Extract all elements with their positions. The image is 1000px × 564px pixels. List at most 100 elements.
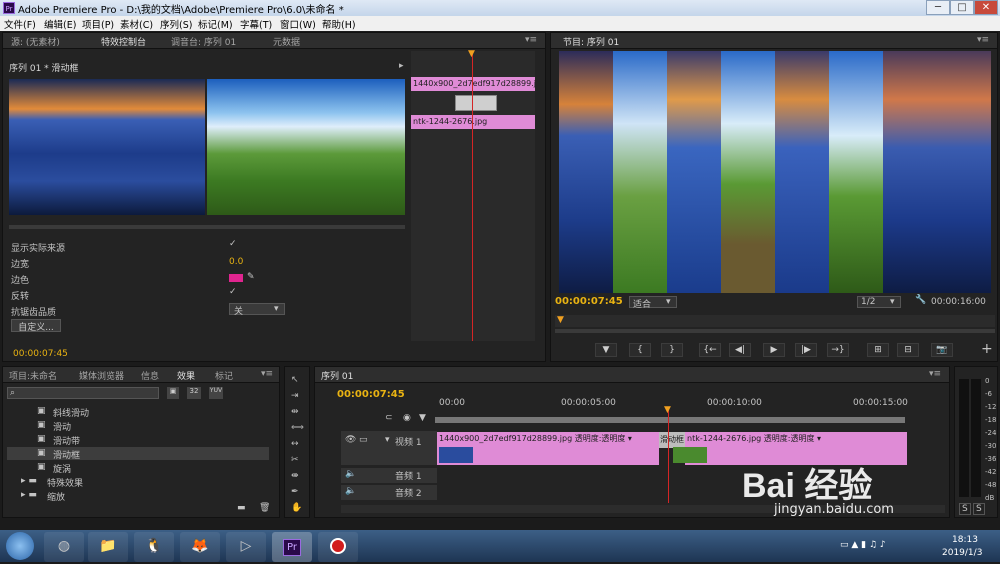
effects-list-item[interactable]: ▣ 滑动框 <box>7 447 269 461</box>
panel-menu-icon[interactable]: ▾≡ <box>929 369 941 379</box>
taskbar-explorer[interactable]: 📁 <box>88 532 128 562</box>
lift-button[interactable]: ⊞ <box>867 343 889 357</box>
yuv-effects-icon[interactable]: YUV <box>209 387 223 399</box>
effects-list-item[interactable]: ▸ ▬ 特殊效果 <box>7 475 269 489</box>
effects-list-item[interactable]: ▣ 斜线滑动 <box>7 405 269 419</box>
menu-help[interactable]: 帮助(H) <box>322 17 356 31</box>
razor-icon[interactable]: ✂ <box>291 455 299 465</box>
panel-menu-icon[interactable]: ▾≡ <box>977 35 989 45</box>
step-forward-button[interactable]: |▶ <box>795 343 817 357</box>
go-to-out-button[interactable]: →} <box>827 343 849 357</box>
menu-marker[interactable]: 标记(M) <box>198 17 233 31</box>
timeline-playhead-icon[interactable]: ▼ <box>664 405 671 415</box>
marker-icon[interactable]: ▼ <box>419 413 426 423</box>
mark-in-button[interactable]: { <box>629 343 651 357</box>
menu-edit[interactable]: 编辑(E) <box>44 17 76 31</box>
ripple-edit-icon[interactable]: ⇹ <box>291 407 299 417</box>
speaker-icon[interactable]: 🔈 <box>345 469 356 479</box>
menu-sequence[interactable]: 序列(S) <box>160 17 192 31</box>
fit-dropdown[interactable]: 适合 ▾ <box>629 296 677 310</box>
snap-icon[interactable]: ⊂ <box>385 413 393 423</box>
mini-playhead[interactable] <box>472 51 473 341</box>
tab-effects[interactable]: 效果 <box>177 369 195 382</box>
mini-playhead-marker-icon[interactable]: ▼ <box>468 49 475 59</box>
slip-icon[interactable]: ⇼ <box>291 471 299 481</box>
effect-timecode[interactable]: 00:00:07:45 <box>13 349 68 359</box>
taskbar-camtasia[interactable]: ▷ <box>226 532 266 562</box>
effects-search-input[interactable]: ⌕ <box>7 387 159 399</box>
antialias-dropdown[interactable]: 关 ▾ <box>229 303 285 317</box>
eye-icon[interactable]: 👁 <box>345 435 356 445</box>
rate-stretch-icon[interactable]: ↔ <box>291 439 299 449</box>
tab-source[interactable]: 源: (无素材) <box>11 35 60 48</box>
timeline-playhead[interactable] <box>668 407 669 503</box>
go-to-in-button[interactable]: {← <box>699 343 721 357</box>
mini-clip-a[interactable]: 1440x900_2d7edf917d28899.jpg <box>411 77 535 91</box>
menu-title[interactable]: 字幕(T) <box>240 17 272 31</box>
lock-icon[interactable]: ▭ <box>359 435 368 445</box>
add-marker-icon[interactable]: ◉ <box>403 413 411 423</box>
speaker-icon[interactable]: 🔈 <box>345 486 356 496</box>
delete-icon[interactable]: 🗑 <box>259 503 270 513</box>
new-folder-icon[interactable]: ▬ <box>237 503 246 513</box>
menu-clip[interactable]: 素材(C) <box>120 17 153 31</box>
rolling-edit-icon[interactable]: ⟺ <box>291 423 304 433</box>
taskbar-premiere[interactable]: Pr <box>272 532 312 562</box>
tab-sequence[interactable]: 序列 01 <box>321 369 353 382</box>
wrench-icon[interactable]: 🔧 <box>915 295 926 305</box>
taskbar-app-360[interactable]: ◍ <box>44 532 84 562</box>
tab-metadata[interactable]: 元数据 <box>273 35 300 48</box>
effects-list-item[interactable]: ▸ ▬ 缩放 <box>7 489 269 503</box>
menu-file[interactable]: 文件(F) <box>4 17 36 31</box>
export-frame-button[interactable]: 📷 <box>931 343 953 357</box>
mini-transition-block[interactable] <box>455 95 497 111</box>
expand-icon[interactable]: ▾ <box>385 435 390 445</box>
menu-project[interactable]: 项目(P) <box>82 17 114 31</box>
step-back-button[interactable]: ◀| <box>729 343 751 357</box>
add-button[interactable]: + <box>981 341 993 357</box>
selection-tool-icon[interactable]: ↖ <box>291 375 299 385</box>
menu-window[interactable]: 窗口(W) <box>280 17 316 31</box>
effects-list-item[interactable]: ▣ 旋涡 <box>7 461 269 475</box>
tab-audio-mixer[interactable]: 调音台: 序列 01 <box>171 35 236 48</box>
tab-info[interactable]: 信息 <box>141 369 159 382</box>
maximize-button[interactable]: □ <box>950 0 974 15</box>
resolution-dropdown[interactable]: 1/2 ▾ <box>857 296 901 308</box>
tab-effect-controls[interactable]: 特效控制台 <box>101 35 146 48</box>
collapse-arrow-icon[interactable]: ▸ <box>399 61 404 71</box>
solo-left-button[interactable]: S <box>959 503 971 515</box>
program-timecode[interactable]: 00:00:07:45 <box>555 296 623 307</box>
custom-button[interactable]: 自定义... <box>11 319 61 333</box>
reverse-checkbox[interactable]: ✓ <box>229 287 237 297</box>
tab-markers[interactable]: 标记 <box>215 369 233 382</box>
tab-media-browser[interactable]: 媒体浏览器 <box>79 369 124 382</box>
close-button[interactable]: ✕ <box>974 0 998 15</box>
tab-program[interactable]: 节目: 序列 01 <box>563 35 619 48</box>
show-source-checkbox[interactable]: ✓ <box>229 239 237 249</box>
border-width-value[interactable]: 0.0 <box>229 257 243 267</box>
taskbar-recorder[interactable] <box>318 532 358 562</box>
pen-icon[interactable]: ✒ <box>291 487 299 497</box>
work-area-bar[interactable] <box>435 417 905 423</box>
border-color-swatch[interactable] <box>229 274 243 282</box>
taskbar-qq[interactable]: 🐧 <box>134 532 174 562</box>
tray-icons[interactable]: ▭ ▲ ▮ ♫ ♪ <box>840 540 886 550</box>
32bit-effects-icon[interactable]: 32 <box>187 387 201 399</box>
add-marker-button[interactable]: ▼ <box>595 343 617 357</box>
playhead-marker-icon[interactable]: ▼ <box>557 315 564 325</box>
eyedropper-icon[interactable]: ✎ <box>247 272 255 282</box>
solo-right-button[interactable]: S <box>973 503 985 515</box>
program-scrubber[interactable]: ▼ <box>555 315 995 327</box>
transition-slide-box[interactable]: 滑动框 <box>659 432 685 448</box>
effects-list-item[interactable]: ▣ 滑动带 <box>7 433 269 447</box>
start-button[interactable] <box>6 532 34 560</box>
mark-out-button[interactable]: } <box>661 343 683 357</box>
preview-slider[interactable] <box>9 225 405 229</box>
play-button[interactable]: ▶ <box>763 343 785 357</box>
panel-menu-icon[interactable]: ▾≡ <box>261 369 273 379</box>
tab-project[interactable]: 项目:未命名 <box>9 369 57 382</box>
accelerated-effects-icon[interactable]: ▣ <box>167 387 179 399</box>
timeline-ruler[interactable]: 00:00 00:00:05:00 00:00:10:00 00:00:15:0… <box>435 395 939 427</box>
minimize-button[interactable]: ─ <box>926 0 950 15</box>
extract-button[interactable]: ⊟ <box>897 343 919 357</box>
